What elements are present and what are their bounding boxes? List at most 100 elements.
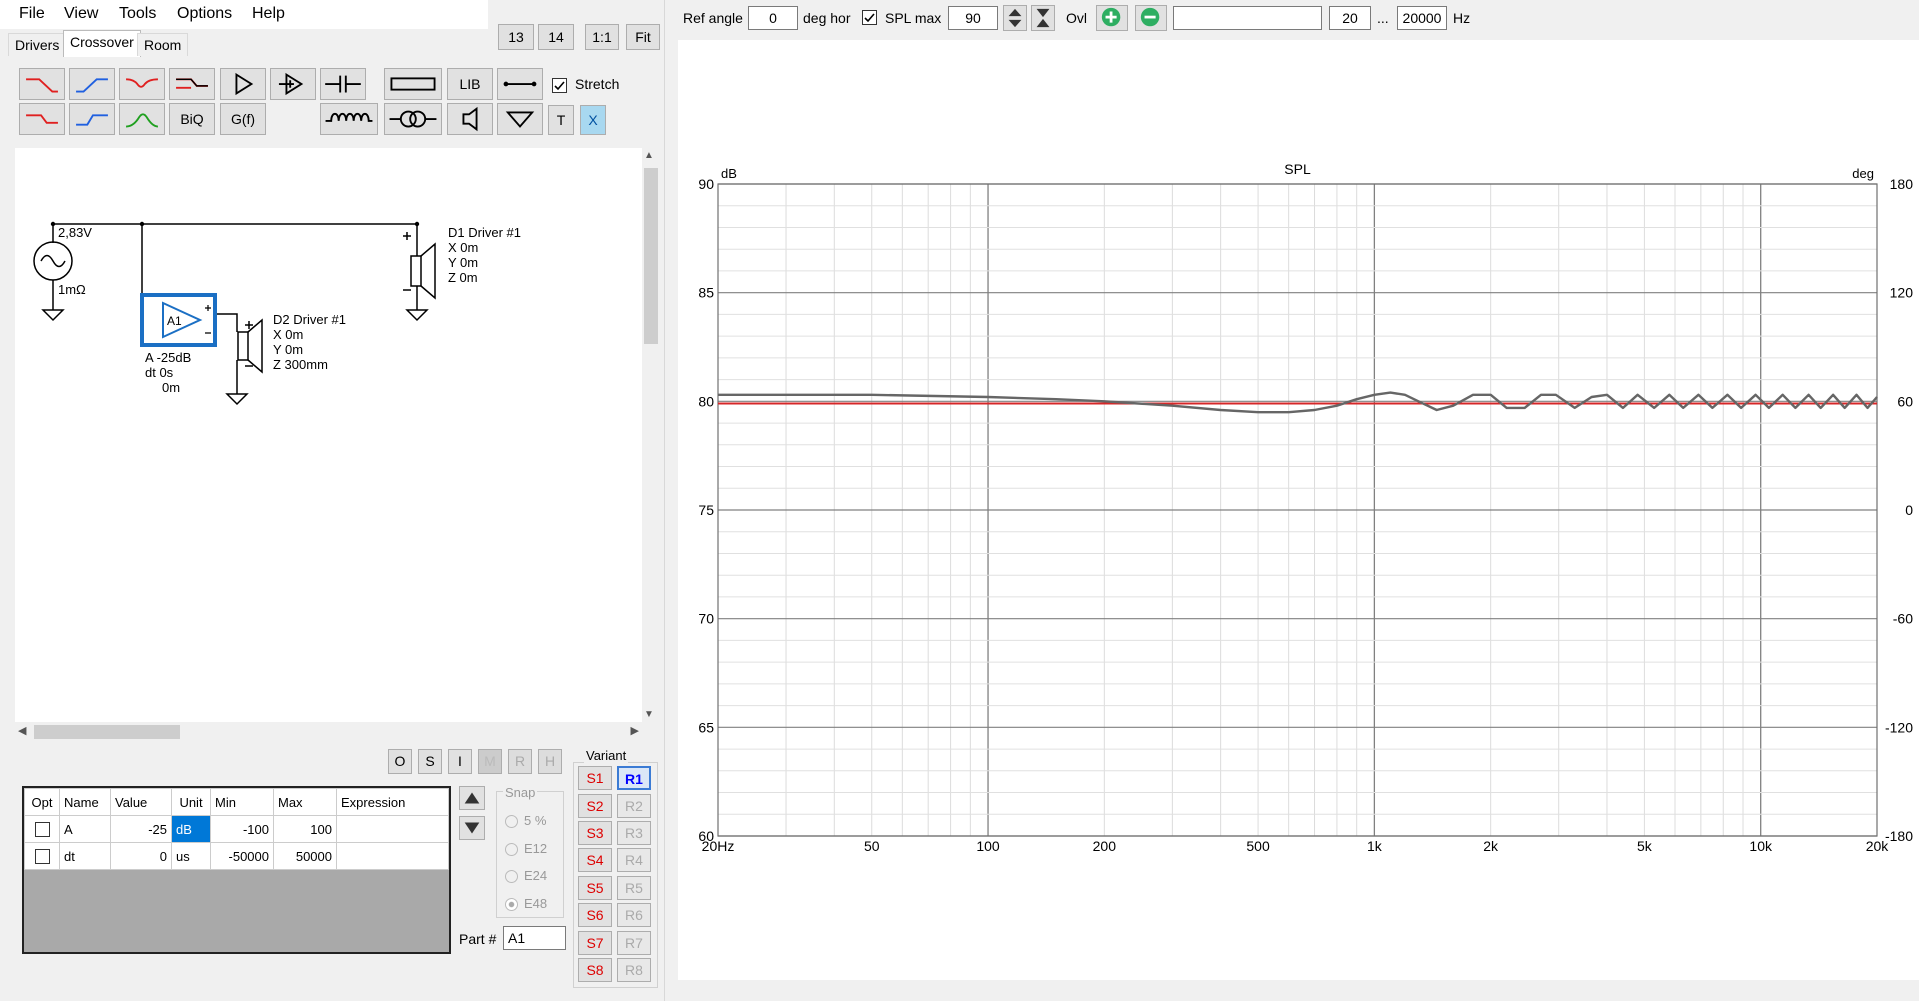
variant-s8-button[interactable]: S8: [578, 958, 612, 982]
horizontal-scroll-thumb[interactable]: [34, 725, 180, 739]
y2-tick-label: 120: [1890, 285, 1914, 301]
variant-r2-button[interactable]: R2: [617, 794, 651, 818]
freq-max-input[interactable]: 20000: [1397, 6, 1447, 30]
unit-cell[interactable]: us: [171, 842, 211, 870]
value-cell[interactable]: -25: [110, 815, 172, 843]
panel-divider[interactable]: [664, 0, 665, 1001]
zoom-14-button[interactable]: 14: [538, 24, 574, 50]
spl-up-down-button[interactable]: [1003, 5, 1027, 31]
variant-r8-button[interactable]: R8: [617, 958, 651, 982]
opt-checkbox[interactable]: [34, 822, 50, 838]
scroll-right-icon[interactable]: ▶: [631, 724, 639, 737]
overlay-remove-button[interactable]: [1135, 5, 1167, 31]
variant-r6-button[interactable]: R6: [617, 903, 651, 927]
transfer-function-button[interactable]: G(f): [220, 103, 266, 135]
max-cell[interactable]: 50000: [273, 842, 337, 870]
move-up-button[interactable]: [459, 786, 485, 810]
param-h-button[interactable]: H: [538, 749, 562, 774]
lowpass2-red-button[interactable]: [19, 103, 65, 135]
move-down-button[interactable]: [459, 816, 485, 840]
capacitor-button[interactable]: [320, 68, 366, 100]
delay-amp-button[interactable]: [270, 68, 316, 100]
menu-help[interactable]: Help: [252, 5, 285, 23]
variant-r5-button[interactable]: R5: [617, 876, 651, 900]
inductor-button[interactable]: [320, 103, 378, 135]
unit-cell[interactable]: dB: [171, 815, 211, 843]
value-cell[interactable]: 0: [110, 842, 172, 870]
resistor-button[interactable]: [384, 68, 442, 100]
variant-s6-button[interactable]: S6: [578, 903, 612, 927]
expression-cell[interactable]: [336, 842, 449, 870]
scroll-left-icon[interactable]: ◀: [18, 724, 26, 737]
snap-option-e48[interactable]: E48: [505, 890, 547, 918]
variant-s7-button[interactable]: S7: [578, 931, 612, 955]
variant-r1-button[interactable]: R1: [617, 766, 651, 790]
part-number-input[interactable]: A1: [503, 926, 566, 950]
snap-option-e24[interactable]: E24: [505, 862, 547, 890]
variant-s4-button[interactable]: S4: [578, 848, 612, 872]
variant-s3-button[interactable]: S3: [578, 821, 612, 845]
min-cell[interactable]: -50000: [210, 842, 274, 870]
schematic-horizontal-scrollbar[interactable]: ◀ ▶: [15, 722, 642, 742]
overlay-name-input[interactable]: [1173, 6, 1322, 30]
freq-min-input[interactable]: 20: [1329, 6, 1371, 30]
variant-s5-button[interactable]: S5: [578, 876, 612, 900]
variant-s1-button[interactable]: S1: [578, 766, 612, 790]
tab-room[interactable]: Room: [137, 33, 189, 56]
wire-button[interactable]: [497, 68, 543, 100]
max-cell[interactable]: 100: [273, 815, 337, 843]
param-o-button[interactable]: O: [388, 749, 412, 774]
overlay-add-button[interactable]: [1096, 5, 1128, 31]
scroll-down-icon[interactable]: ▼: [644, 709, 654, 720]
opt-checkbox-cell[interactable]: [24, 842, 60, 870]
menu-tools[interactable]: Tools: [119, 5, 156, 23]
param-s-button[interactable]: S: [418, 749, 442, 774]
snap-option-5pct[interactable]: 5 %: [505, 807, 547, 835]
min-cell[interactable]: -100: [210, 815, 274, 843]
spl-plot-area[interactable]: 60 65 70 75 80 85 90 -180 -120 -60 0 60 120 180 20Hz 50…: [678, 40, 1919, 980]
variant-r7-button[interactable]: R7: [617, 931, 651, 955]
ground-button[interactable]: [497, 103, 543, 135]
spl-range-button[interactable]: [1031, 5, 1055, 31]
transformer-button[interactable]: [384, 103, 442, 135]
ref-angle-input[interactable]: 0: [748, 6, 798, 30]
stretch-checkbox[interactable]: [552, 78, 567, 93]
bandpass-green-button[interactable]: [119, 103, 165, 135]
zoom-1to1-button[interactable]: 1:1: [585, 24, 619, 50]
scroll-up-icon[interactable]: ▲: [644, 150, 654, 161]
x-tool-button[interactable]: X: [580, 105, 606, 135]
spl-max-checkbox[interactable]: [862, 10, 877, 25]
variant-r3-button[interactable]: R3: [617, 821, 651, 845]
lowpass-red-button[interactable]: [19, 68, 65, 100]
tab-crossover[interactable]: Crossover: [63, 30, 141, 57]
param-r-button[interactable]: R: [508, 749, 532, 774]
highpass-blue-button[interactable]: [69, 68, 115, 100]
expression-cell[interactable]: [336, 815, 449, 843]
menu-file[interactable]: File: [19, 5, 45, 23]
spl-max-input[interactable]: 90: [948, 6, 998, 30]
amplifier-button[interactable]: [220, 68, 266, 100]
schematic-canvas[interactable]: A1 2,83V 1mΩ A -25dB dt 0s 0m D1 Driver …: [15, 148, 642, 722]
snap-option-e12[interactable]: E12: [505, 835, 547, 863]
highpass2-blue-button[interactable]: [69, 103, 115, 135]
opt-checkbox[interactable]: [34, 849, 50, 865]
speaker-button[interactable]: [447, 103, 493, 135]
opt-checkbox-cell[interactable]: [24, 815, 60, 843]
spl-chart[interactable]: 60657075808590-180-120-6006012018020Hz 50…: [678, 40, 1919, 980]
variant-r4-button[interactable]: R4: [617, 848, 651, 872]
menu-options[interactable]: Options: [177, 5, 232, 23]
vertical-scroll-thumb[interactable]: [644, 168, 658, 344]
notch-red-button[interactable]: [119, 68, 165, 100]
zoom-fit-button[interactable]: Fit: [626, 24, 660, 50]
zoom-13-button[interactable]: 13: [498, 24, 534, 50]
param-m-button[interactable]: M: [478, 749, 502, 774]
schematic-vertical-scrollbar[interactable]: ▲ ▼: [642, 148, 660, 722]
library-button[interactable]: LIB: [447, 68, 493, 100]
menu-view[interactable]: View: [64, 5, 98, 23]
variant-s2-button[interactable]: S2: [578, 794, 612, 818]
biquad-button[interactable]: BiQ: [169, 103, 215, 135]
text-tool-button[interactable]: T: [548, 105, 574, 135]
param-i-button[interactable]: I: [448, 749, 472, 774]
tab-drivers[interactable]: Drivers: [8, 33, 67, 56]
shelf-button[interactable]: [169, 68, 215, 100]
